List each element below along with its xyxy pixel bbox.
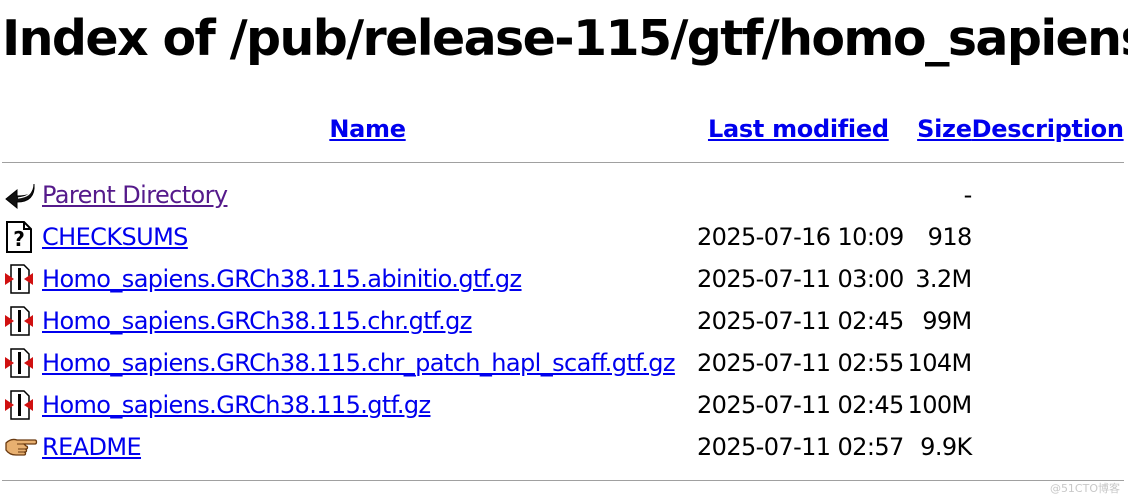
icon-column-header	[2, 108, 42, 150]
file-size: 3.2M	[915, 265, 972, 293]
compressed-file-icon	[2, 389, 42, 421]
file-modified: 2025-07-16 10:09	[697, 223, 904, 251]
file-modified: 2025-07-11 02:45	[697, 307, 904, 335]
file-link[interactable]: README	[42, 433, 142, 461]
header-row: Name Last modified Size Description	[2, 108, 1124, 150]
file-modified: 2025-07-11 02:45	[697, 391, 904, 419]
watermark: @51CTO博客	[1049, 482, 1120, 495]
size-column-header: Size	[904, 108, 972, 150]
unknown-file-icon: ?	[2, 221, 42, 253]
file-size: 100M	[907, 391, 973, 419]
file-link[interactable]: Homo_sapiens.GRCh38.115.gtf.gz	[42, 391, 431, 419]
file-size: 9.9K	[920, 433, 972, 461]
compressed-file-icon	[2, 263, 42, 295]
parent-size: -	[963, 181, 973, 209]
back-arrow-icon	[2, 180, 42, 210]
file-row-chr: Homo_sapiens.GRCh38.115.chr.gtf.gz 2025-…	[2, 300, 1124, 342]
sort-by-last-modified-link[interactable]: Last modified	[708, 115, 889, 143]
footer-divider-row	[2, 468, 1124, 492]
file-row-chr-patch: Homo_sapiens.GRCh38.115.chr_patch_hapl_s…	[2, 342, 1124, 384]
compressed-file-icon	[2, 347, 42, 379]
file-row-gtf: Homo_sapiens.GRCh38.115.gtf.gz 2025-07-1…	[2, 384, 1124, 426]
footer-divider	[2, 479, 1124, 481]
file-row-readme: README 2025-07-11 02:57 9.9K	[2, 426, 1124, 468]
file-row-checksums: ? CHECKSUMS 2025-07-16 10:09 918	[2, 216, 1124, 258]
description-column-header: Description	[972, 108, 1124, 150]
svg-text:?: ?	[13, 227, 25, 251]
last-modified-column-header: Last modified	[693, 108, 904, 150]
file-link[interactable]: Homo_sapiens.GRCh38.115.abinitio.gtf.gz	[42, 265, 522, 293]
header-divider-row	[2, 150, 1124, 174]
file-link[interactable]: CHECKSUMS	[42, 223, 188, 251]
sort-by-name-link[interactable]: Name	[329, 115, 406, 143]
file-modified: 2025-07-11 03:00	[697, 265, 904, 293]
file-modified: 2025-07-11 02:57	[697, 433, 904, 461]
file-row-abinitio: Homo_sapiens.GRCh38.115.abinitio.gtf.gz …	[2, 258, 1124, 300]
name-column-header: Name	[42, 108, 693, 150]
sort-by-description-link[interactable]: Description	[972, 115, 1124, 143]
sort-by-size-link[interactable]: Size	[917, 115, 972, 143]
file-modified: 2025-07-11 02:55	[697, 349, 904, 377]
header-divider	[2, 161, 1124, 163]
compressed-file-icon	[2, 305, 42, 337]
file-link[interactable]: Homo_sapiens.GRCh38.115.chr.gtf.gz	[42, 307, 472, 335]
file-link[interactable]: Homo_sapiens.GRCh38.115.chr_patch_hapl_s…	[42, 349, 676, 377]
file-listing-table: Name Last modified Size Description Pare…	[2, 108, 1124, 492]
pointing-hand-icon	[2, 434, 42, 460]
parent-directory-link[interactable]: Parent Directory	[42, 181, 228, 209]
parent-directory-row: Parent Directory -	[2, 174, 1124, 216]
file-size: 99M	[922, 307, 972, 335]
file-size: 918	[927, 223, 973, 251]
page-title: Index of /pub/release-115/gtf/homo_sapie…	[2, 10, 1128, 67]
file-size: 104M	[907, 349, 973, 377]
